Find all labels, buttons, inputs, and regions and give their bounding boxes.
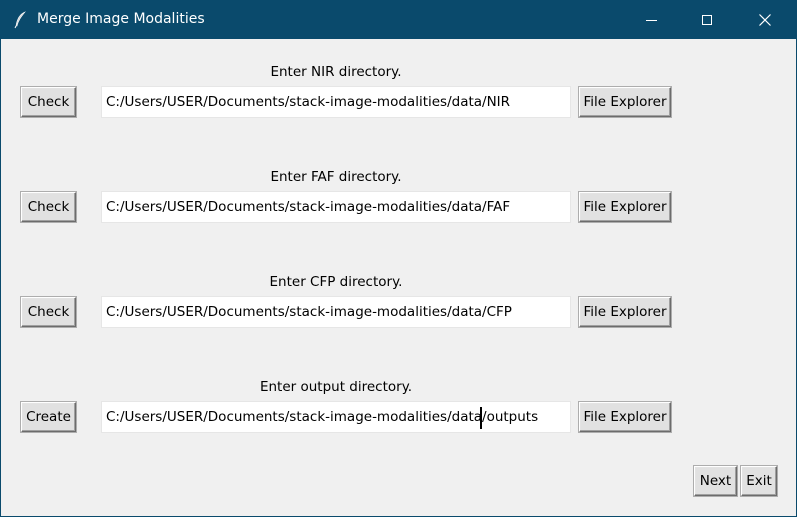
cfp-file-explorer-button[interactable]: File Explorer xyxy=(579,297,671,327)
output-directory-input[interactable]: C:/Users/USER/Documents/stack-image-moda… xyxy=(101,401,571,433)
nir-directory-label: Enter NIR directory. xyxy=(270,64,402,80)
check-nir-button[interactable]: Check xyxy=(21,87,76,117)
title-bar[interactable]: Merge Image Modalities xyxy=(1,1,796,39)
app-window: Merge Image Modalities Enter NIR directo… xyxy=(0,0,797,517)
minimize-button[interactable] xyxy=(628,1,674,39)
check-cfp-button[interactable]: Check xyxy=(21,297,76,327)
close-button[interactable] xyxy=(742,1,788,39)
exit-button[interactable]: Exit xyxy=(741,466,777,496)
create-output-button[interactable]: Create xyxy=(21,402,76,432)
faf-directory-label: Enter FAF directory. xyxy=(270,169,402,185)
feather-icon xyxy=(13,11,29,29)
check-faf-button[interactable]: Check xyxy=(21,192,76,222)
faf-file-explorer-button[interactable]: File Explorer xyxy=(579,192,671,222)
output-file-explorer-button[interactable]: File Explorer xyxy=(579,402,671,432)
output-directory-label: Enter output directory. xyxy=(259,379,413,395)
window-title: Merge Image Modalities xyxy=(37,11,205,27)
cfp-directory-label: Enter CFP directory. xyxy=(269,274,403,290)
nir-directory-input[interactable]: C:/Users/USER/Documents/stack-image-moda… xyxy=(101,86,571,118)
faf-directory-input[interactable]: C:/Users/USER/Documents/stack-image-moda… xyxy=(101,191,571,223)
output-directory-value: C:/Users/USER/Documents/stack-image-moda… xyxy=(106,409,539,425)
text-caret xyxy=(480,407,482,429)
cfp-directory-input[interactable]: C:/Users/USER/Documents/stack-image-moda… xyxy=(101,296,571,328)
maximize-button[interactable] xyxy=(684,1,730,39)
close-icon xyxy=(759,14,771,26)
nir-file-explorer-button[interactable]: File Explorer xyxy=(579,87,671,117)
next-button[interactable]: Next xyxy=(694,466,737,496)
